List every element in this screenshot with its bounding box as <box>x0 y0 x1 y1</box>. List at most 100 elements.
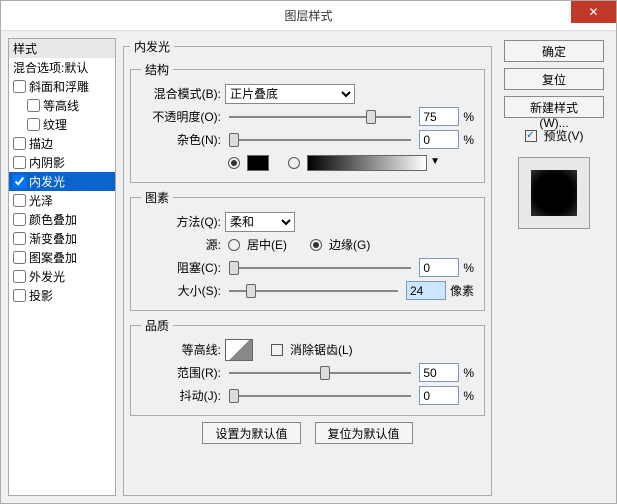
style-checkbox[interactable] <box>13 213 26 226</box>
jitter-slider[interactable] <box>229 389 411 403</box>
color-radio[interactable] <box>228 157 240 169</box>
contour-picker[interactable] <box>225 339 253 361</box>
styles-header[interactable]: 样式 <box>9 39 115 58</box>
style-label: 内阴影 <box>29 154 65 171</box>
preview-label: 预览(V) <box>544 127 584 144</box>
style-label: 描边 <box>29 135 53 152</box>
range-input[interactable] <box>419 363 459 382</box>
structure-legend: 结构 <box>141 61 173 78</box>
style-checkbox[interactable] <box>13 175 26 188</box>
structure-group: 结构 混合模式(B): 正片叠底 不透明度(O): % 杂色(N): <box>130 61 485 183</box>
style-checkbox[interactable] <box>13 289 26 302</box>
options-panel: 内发光 结构 混合模式(B): 正片叠底 不透明度(O): % 杂色(N): <box>123 38 492 496</box>
panel-title: 内发光 <box>130 38 174 55</box>
choke-input[interactable] <box>419 258 459 277</box>
style-label: 纹理 <box>43 116 67 133</box>
jitter-unit: % <box>463 389 474 403</box>
opacity-input[interactable] <box>419 107 459 126</box>
opacity-label: 不透明度(O): <box>141 108 221 125</box>
style-checkbox[interactable] <box>13 137 26 150</box>
style-item-光泽[interactable]: 光泽 <box>9 191 115 210</box>
noise-unit: % <box>463 133 474 147</box>
choke-slider[interactable] <box>229 261 411 275</box>
style-checkbox[interactable] <box>13 251 26 264</box>
set-default-button[interactable]: 设置为默认值 <box>202 422 300 444</box>
choke-label: 阻塞(C): <box>141 259 221 276</box>
style-checkbox[interactable] <box>13 270 26 283</box>
gradient-radio[interactable] <box>288 157 300 169</box>
choke-unit: % <box>463 261 474 275</box>
style-checkbox[interactable] <box>13 232 26 245</box>
style-item-内阴影[interactable]: 内阴影 <box>9 153 115 172</box>
contour-label: 等高线: <box>141 341 221 358</box>
styles-list: 样式 混合选项:默认 斜面和浮雕等高线纹理描边内阴影内发光光泽颜色叠加渐变叠加图… <box>8 38 116 496</box>
quality-legend: 品质 <box>141 317 173 334</box>
noise-label: 杂色(N): <box>141 131 221 148</box>
style-item-描边[interactable]: 描边 <box>9 134 115 153</box>
source-center-label: 居中(E) <box>247 236 287 253</box>
noise-input[interactable] <box>419 130 459 149</box>
blend-options-row[interactable]: 混合选项:默认 <box>9 58 115 77</box>
range-slider[interactable] <box>229 366 411 380</box>
anti-alias-checkbox[interactable] <box>271 344 283 356</box>
style-checkbox[interactable] <box>13 80 26 93</box>
style-checkbox[interactable] <box>13 156 26 169</box>
source-label: 源: <box>141 236 221 253</box>
source-edge-radio[interactable] <box>310 239 322 251</box>
blend-mode-select[interactable]: 正片叠底 <box>225 84 355 104</box>
elements-group: 图素 方法(Q): 柔和 源: 居中(E) 边缘(G) 阻塞(C): <box>130 189 485 311</box>
style-item-外发光[interactable]: 外发光 <box>9 267 115 286</box>
size-slider[interactable] <box>229 284 398 298</box>
technique-select[interactable]: 柔和 <box>225 212 295 232</box>
elements-legend: 图素 <box>141 189 173 206</box>
style-item-纹理[interactable]: 纹理 <box>9 115 115 134</box>
size-unit: 像素 <box>450 282 474 299</box>
noise-slider[interactable] <box>229 133 411 147</box>
style-label: 光泽 <box>29 192 53 209</box>
ok-button[interactable]: 确定 <box>504 40 604 62</box>
technique-label: 方法(Q): <box>141 213 221 230</box>
preview-checkbox[interactable] <box>525 130 537 142</box>
size-input[interactable] <box>406 281 446 300</box>
new-style-button[interactable]: 新建样式(W)... <box>504 96 604 118</box>
source-edge-label: 边缘(G) <box>329 236 370 253</box>
range-label: 范围(R): <box>141 364 221 381</box>
style-item-投影[interactable]: 投影 <box>9 286 115 305</box>
style-item-斜面和浮雕[interactable]: 斜面和浮雕 <box>9 77 115 96</box>
style-checkbox[interactable] <box>13 194 26 207</box>
jitter-label: 抖动(J): <box>141 387 221 404</box>
style-label: 斜面和浮雕 <box>29 78 89 95</box>
size-label: 大小(S): <box>141 282 221 299</box>
style-item-渐变叠加[interactable]: 渐变叠加 <box>9 229 115 248</box>
preview-box <box>518 157 590 229</box>
style-checkbox[interactable] <box>27 118 40 131</box>
gradient-picker[interactable] <box>307 155 427 171</box>
style-item-内发光[interactable]: 内发光 <box>9 172 115 191</box>
style-label: 投影 <box>29 287 53 304</box>
anti-alias-label: 消除锯齿(L) <box>290 341 353 358</box>
opacity-slider[interactable] <box>229 110 411 124</box>
titlebar: 图层样式 ✕ <box>1 1 616 31</box>
style-label: 颜色叠加 <box>29 211 77 228</box>
style-label: 图案叠加 <box>29 249 77 266</box>
style-item-颜色叠加[interactable]: 颜色叠加 <box>9 210 115 229</box>
style-label: 外发光 <box>29 268 65 285</box>
right-panel: 确定 复位 新建样式(W)... 预览(V) <box>499 38 609 496</box>
color-swatch[interactable] <box>247 155 269 171</box>
range-unit: % <box>463 366 474 380</box>
close-button[interactable]: ✕ <box>571 1 616 23</box>
style-checkbox[interactable] <box>27 99 40 112</box>
style-label: 渐变叠加 <box>29 230 77 247</box>
style-item-图案叠加[interactable]: 图案叠加 <box>9 248 115 267</box>
reset-default-button[interactable]: 复位为默认值 <box>315 422 413 444</box>
opacity-unit: % <box>463 110 474 124</box>
cancel-button[interactable]: 复位 <box>504 68 604 90</box>
style-item-等高线[interactable]: 等高线 <box>9 96 115 115</box>
style-label: 内发光 <box>29 173 65 190</box>
blend-mode-label: 混合模式(B): <box>141 85 221 102</box>
jitter-input[interactable] <box>419 386 459 405</box>
window-title: 图层样式 <box>284 7 332 24</box>
style-label: 等高线 <box>43 97 79 114</box>
source-center-radio[interactable] <box>228 239 240 251</box>
quality-group: 品质 等高线: 消除锯齿(L) 范围(R): % <box>130 317 485 416</box>
